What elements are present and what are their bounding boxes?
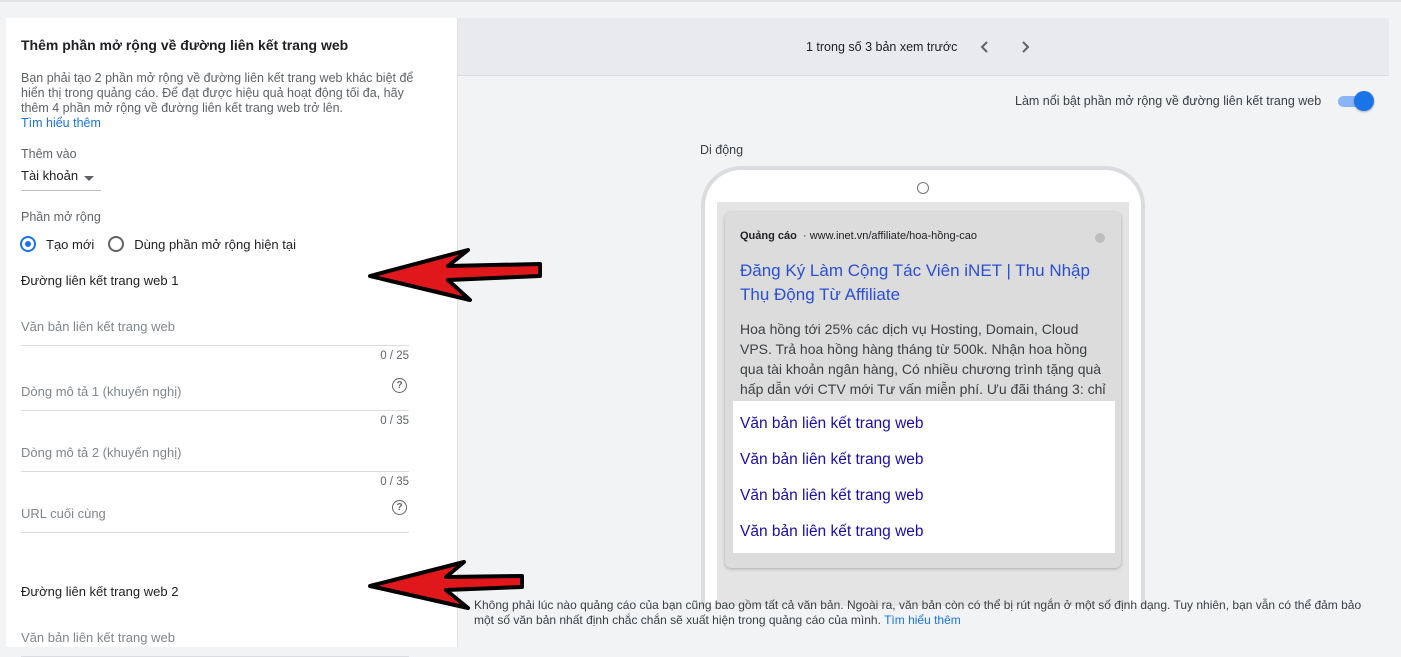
sitelink-1-desc1-counter: 0 / 35	[380, 415, 409, 427]
preview-sitelink[interactable]: Văn bản liên kết trang web	[740, 487, 924, 505]
highlight-toggle-label: Làm nổi bật phần mở rộng về đường liên k…	[1015, 94, 1322, 108]
sitelink-1-desc1-field[interactable]: Dòng mô tả 1 (khuyến nghị) ?	[21, 378, 409, 411]
ad-preview-panel: 1 trong số 3 bản xem trước Làm nổi bật p…	[458, 18, 1389, 647]
sitelink-1-heading: Đường liên kết trang web 1	[21, 273, 179, 288]
phone-frame: Quảng cáo · www.inet.vn/affiliate/hoa-hồ…	[701, 166, 1145, 606]
sitelink-1-desc2-placeholder: Dòng mô tả 2 (khuyến nghị)	[21, 445, 182, 460]
sitelink-1-desc1-placeholder: Dòng mô tả 1 (khuyến nghị)	[21, 384, 182, 399]
sitelink-editor-panel: Thêm phần mở rộng về đường liên kết tran…	[6, 18, 458, 657]
help-icon[interactable]: ?	[392, 500, 407, 515]
ad-badge: Quảng cáo	[740, 230, 797, 242]
preview-sitelink[interactable]: Văn bản liên kết trang web	[740, 415, 924, 433]
panel-description: Bạn phải tạo 2 phần mở rộng về đường liê…	[21, 71, 414, 115]
sitelink-1-url-placeholder: URL cuối cùng	[21, 506, 106, 521]
device-label: Di động	[700, 143, 744, 157]
chevron-right-icon[interactable]	[1016, 38, 1034, 56]
footnote-learn-more-link[interactable]: Tìm hiểu thêm	[884, 613, 961, 627]
preview-pager-bar: 1 trong số 3 bản xem trước	[458, 18, 1389, 76]
chevron-left-icon[interactable]	[976, 38, 994, 56]
sitelink-1-desc2-counter: 0 / 35	[380, 476, 409, 488]
radio-use-existing[interactable]	[108, 236, 125, 252]
sitelink-1-desc2-field[interactable]: Dòng mô tả 2 (khuyến nghị)	[21, 441, 409, 472]
sitelinks-box: Văn bản liên kết trang web Văn bản liên …	[733, 401, 1115, 553]
extension-radio-group: Tạo mới Dùng phần mở rộng hiện tại	[20, 233, 310, 255]
annotation-arrow-icon	[368, 560, 524, 610]
highlight-toggle[interactable]	[1338, 91, 1374, 111]
add-to-label: Thêm vào	[21, 147, 77, 161]
ad-display-url: www.inet.vn/affiliate/hoa-hồng-cao	[809, 230, 978, 242]
radio-create-new-label[interactable]: Tạo mới	[46, 237, 94, 252]
ad-info-dot-icon[interactable]	[1095, 233, 1105, 243]
add-to-value: Tài khoản	[21, 168, 79, 183]
dropdown-caret-icon	[84, 176, 94, 181]
preview-pager-text: 1 trong số 3 bản xem trước	[806, 40, 958, 54]
annotation-arrow-icon	[368, 248, 542, 302]
sitelink-2-text-placeholder: Văn bản liên kết trang web	[21, 630, 175, 645]
top-strip	[0, 0, 1401, 2]
ad-card: Quảng cáo · www.inet.vn/affiliate/hoa-hồ…	[725, 212, 1121, 568]
preview-sitelink[interactable]: Văn bản liên kết trang web	[740, 523, 924, 541]
help-icon[interactable]: ?	[392, 378, 407, 393]
sitelink-2-text-field[interactable]: Văn bản liên kết trang web	[21, 626, 409, 657]
sitelink-1-text-field[interactable]: Văn bản liên kết trang web	[21, 315, 409, 346]
phone-camera-icon	[917, 182, 929, 194]
toggle-knob	[1354, 91, 1374, 111]
radio-use-existing-label[interactable]: Dùng phần mở rộng hiện tại	[134, 237, 296, 252]
phone-screen: Quảng cáo · www.inet.vn/affiliate/hoa-hồ…	[717, 202, 1129, 606]
sitelink-2-heading: Đường liên kết trang web 2	[21, 584, 179, 599]
extension-label: Phần mở rộng	[21, 210, 101, 224]
ad-header: Quảng cáo · www.inet.vn/affiliate/hoa-hồ…	[740, 230, 977, 242]
sitelink-1-url-field[interactable]: URL cuối cùng ?	[21, 500, 409, 533]
panel-title: Thêm phần mở rộng về đường liên kết tran…	[21, 37, 349, 53]
ad-headline[interactable]: Đăng Ký Làm Cộng Tác Viên iNET | Thu Nhậ…	[740, 259, 1110, 307]
preview-sitelink[interactable]: Văn bản liên kết trang web	[740, 451, 924, 469]
radio-create-new[interactable]	[20, 236, 36, 252]
ad-separator: ·	[799, 230, 810, 242]
learn-more-link[interactable]: Tìm hiểu thêm	[21, 116, 101, 130]
add-to-dropdown[interactable]: Tài khoản	[21, 168, 101, 191]
sitelink-1-text-placeholder: Văn bản liên kết trang web	[21, 319, 175, 334]
preview-footnote: Không phải lúc nào quảng cáo của bạn cũn…	[474, 598, 1374, 628]
sitelink-1-text-counter: 0 / 25	[380, 350, 409, 362]
